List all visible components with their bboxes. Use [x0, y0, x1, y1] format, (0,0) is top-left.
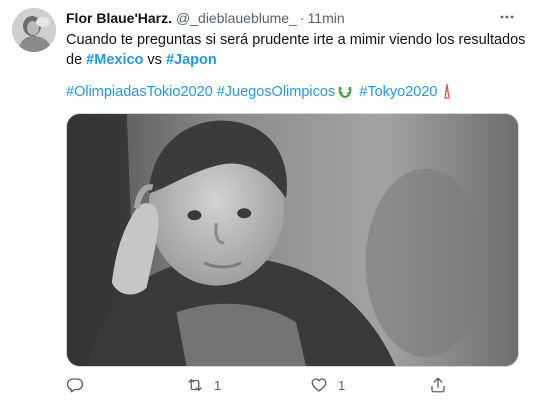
tweet-text: Cuando te preguntas si será prudente irt… [66, 30, 526, 70]
tokyo-tower-icon [444, 83, 451, 99]
separator-dot: · [299, 10, 305, 26]
retweet-button[interactable]: 1 [186, 375, 221, 395]
like-count: 1 [338, 377, 346, 393]
avatar[interactable] [12, 8, 56, 52]
hashtag-olimpiadas[interactable]: #OlimpiadasTokio2020 [66, 84, 213, 100]
tweet-media-photo[interactable] [66, 113, 519, 367]
tweet-header: Flor Blaue'Harz. @_dieblaueblume_ · 11mi… [66, 9, 519, 27]
author-name[interactable]: Flor Blaue'Harz. [66, 10, 172, 26]
text-vs: vs [143, 52, 166, 68]
reply-button[interactable] [66, 375, 94, 395]
reply-icon [66, 378, 84, 393]
avatar-photo [12, 8, 56, 52]
tweet-actions: 1 1 [66, 375, 456, 395]
more-options-icon[interactable] [495, 7, 519, 27]
hashtag-japon[interactable]: #Japon [166, 52, 217, 68]
like-icon [311, 378, 327, 392]
hashtag-juegos[interactable]: #JuegosOlimpicos [217, 84, 335, 100]
like-button[interactable]: 1 [310, 375, 345, 395]
text-prefix: de [66, 52, 87, 68]
tweet-time[interactable]: 11min [308, 10, 345, 26]
laurel-wreath-icon [338, 86, 352, 98]
tweet-text-line-1: Cuando te preguntas si será prudente irt… [66, 32, 526, 48]
hashtag-mexico[interactable]: #Mexico [86, 52, 143, 68]
retweet-icon [188, 379, 202, 391]
hashtag-tokyo[interactable]: #Tokyo2020 [359, 84, 437, 100]
retweet-count: 1 [214, 377, 222, 393]
hashtag-line: #OlimpiadasTokio2020 #JuegosOlimpicos #T… [66, 82, 524, 102]
share-icon [431, 377, 445, 393]
share-button[interactable] [429, 375, 447, 395]
author-handle[interactable]: @_dieblaueblume_ [176, 10, 297, 26]
tweet-text-line-2: de #Mexico vs #Japon [66, 50, 524, 70]
child-thinking-photo [67, 114, 518, 366]
